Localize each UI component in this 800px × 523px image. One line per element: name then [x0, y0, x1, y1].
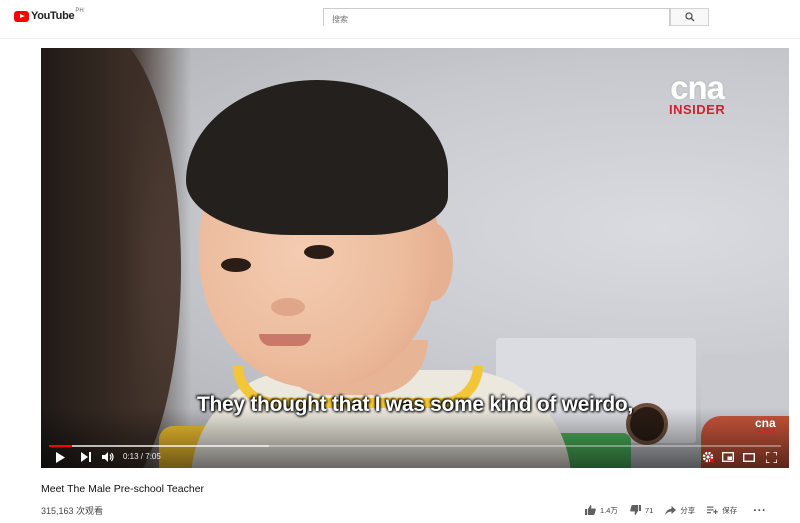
dislike-count: 71 — [644, 505, 654, 515]
youtube-logo[interactable]: YouTube PH — [14, 8, 84, 22]
search-button[interactable] — [670, 8, 709, 26]
playlist-add-icon — [707, 506, 719, 514]
youtube-play-icon — [14, 10, 29, 22]
more-actions-button[interactable]: ... — [753, 500, 766, 514]
time-display: 0:13 / 7:05 — [123, 452, 161, 461]
settings-button[interactable] — [701, 450, 715, 464]
masthead: YouTube PH — [0, 0, 800, 39]
video-player[interactable]: cna INSIDER They thought that I was some… — [41, 48, 789, 468]
share-label: 分享 — [680, 505, 696, 515]
next-icon — [81, 452, 91, 462]
dislike-button[interactable]: 71 — [630, 505, 653, 515]
search-box[interactable] — [323, 8, 670, 28]
save-button[interactable]: 保存 — [707, 505, 737, 516]
child-eye-right — [304, 245, 334, 259]
fullscreen-button[interactable] — [764, 450, 778, 464]
region-code: PH — [75, 8, 84, 14]
play-icon — [56, 451, 65, 463]
progress-bar[interactable] — [49, 445, 781, 447]
share-icon — [665, 505, 677, 515]
branding-watermark[interactable]: cna INSIDER — [755, 416, 776, 435]
theater-icon — [743, 452, 755, 462]
share-button[interactable]: 分享 — [665, 505, 695, 516]
video-actions: 1.4万 71 分享 保存 ... — [585, 500, 766, 517]
video-title: Meet The Male Pre-school Teacher — [41, 483, 205, 495]
branding-sub: INSIDER — [755, 429, 776, 435]
save-label: 保存 — [722, 505, 738, 515]
next-button[interactable] — [79, 450, 93, 464]
logo-text: YouTube — [31, 10, 75, 22]
theater-button[interactable] — [742, 450, 756, 464]
watermark-sub: INSIDER — [669, 102, 726, 117]
view-count: 315,163 次观看 — [41, 506, 104, 516]
progress-buffer — [49, 445, 269, 447]
child-eye-left — [221, 258, 251, 272]
child-mouth — [259, 334, 311, 346]
play-button[interactable] — [53, 450, 67, 464]
like-button[interactable]: 1.4万 — [585, 505, 618, 516]
volume-icon — [102, 452, 114, 462]
child-nose — [271, 298, 305, 316]
channel-watermark: cna INSIDER — [669, 69, 726, 117]
thumbs-up-icon — [585, 505, 596, 515]
search-icon — [684, 12, 694, 22]
volume-button[interactable] — [101, 450, 115, 464]
settings-icon — [702, 451, 714, 463]
watermark-brand: cna — [670, 69, 725, 106]
search-input[interactable] — [324, 11, 669, 28]
branding-brand: cna — [755, 416, 776, 430]
progress-played — [49, 445, 72, 447]
miniplayer-button[interactable] — [721, 450, 735, 464]
like-count: 1.4万 — [600, 505, 618, 515]
thumbs-down-icon — [630, 505, 641, 515]
fullscreen-icon — [765, 451, 777, 463]
miniplayer-icon — [722, 452, 734, 462]
